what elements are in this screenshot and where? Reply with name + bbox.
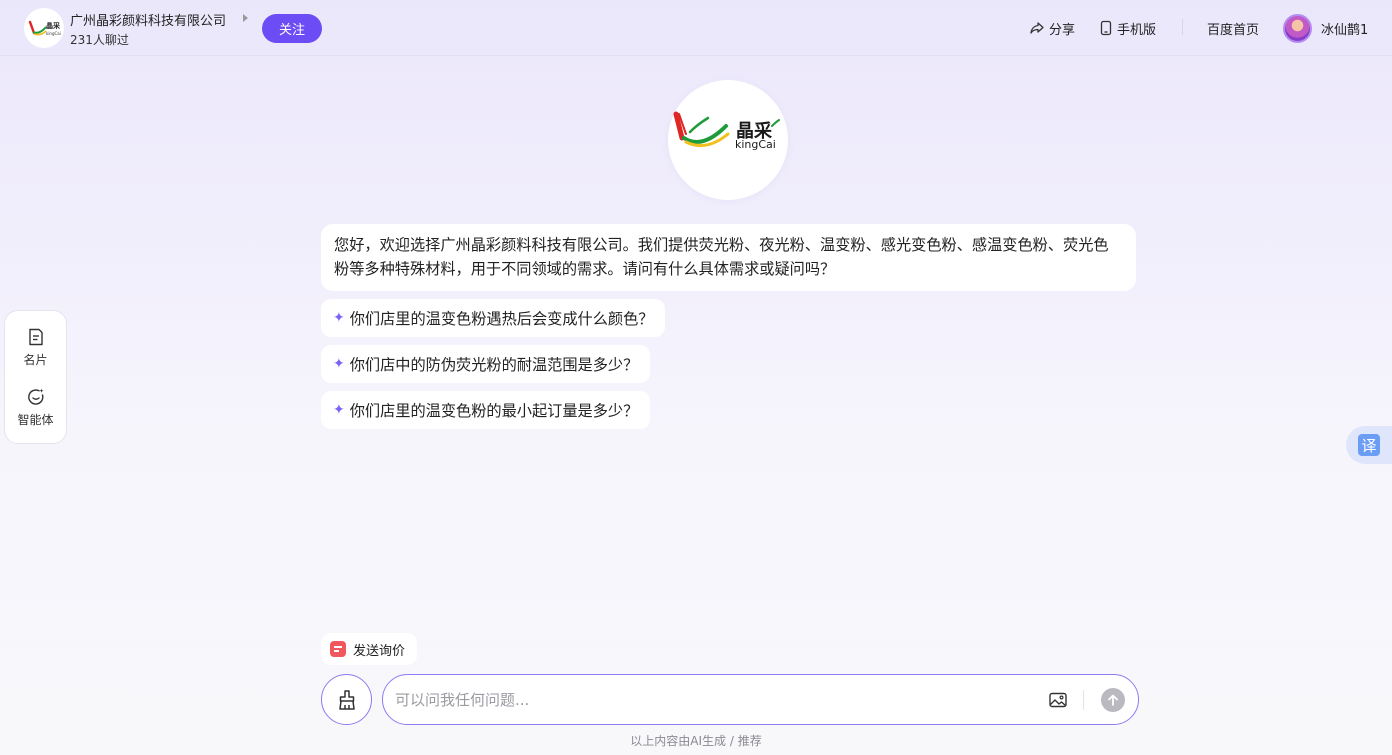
share-label: 分享 — [1049, 22, 1076, 38]
chat-input-box — [382, 674, 1139, 725]
avatar[interactable] — [1283, 14, 1312, 43]
suggested-question-text: 你们店里的温变色粉遇热后会变成什么颜色？ — [349, 310, 654, 328]
chat-input[interactable] — [395, 688, 1015, 712]
shop-name[interactable]: 广州晶彩颜料科技有限公司 — [70, 10, 226, 29]
follow-button[interactable]: 关注 — [262, 14, 322, 43]
send-inquiry-button[interactable]: 发送询价 — [321, 633, 418, 665]
send-arrow-icon — [1108, 694, 1118, 706]
user-name[interactable]: 冰仙鹊1 — [1321, 19, 1368, 38]
suggested-question[interactable]: ✦ 你们店里的温变色粉的最小起订量是多少？ — [321, 391, 651, 429]
side-panel: 名片 智能体 — [4, 310, 67, 444]
brand-logo: 晶采 kingCai — [668, 80, 788, 200]
inquiry-icon — [330, 641, 346, 657]
shop-logo-brand-en: kingCai — [46, 31, 61, 36]
suggested-question[interactable]: ✦ 你们店中的防伪荧光粉的耐温范围是多少？ — [321, 345, 651, 383]
shop-logo-brand: 晶采 — [46, 21, 61, 30]
share-icon — [1030, 22, 1044, 34]
business-card-label: 名片 — [23, 353, 48, 367]
card-icon — [28, 328, 43, 346]
share-button[interactable]: 分享 — [1029, 18, 1075, 38]
sparkle-icon: ✦ — [333, 402, 345, 418]
suggested-question-text: 你们店中的防伪荧光粉的耐温范围是多少？ — [349, 356, 639, 374]
shop-visitor-count: 231人聊过 — [70, 33, 129, 47]
agent-icon — [27, 388, 44, 405]
caret-right-icon[interactable] — [243, 14, 248, 22]
sparkle-icon: ✦ — [333, 356, 345, 372]
agent-button[interactable]: 智能体 — [5, 387, 66, 428]
image-upload-icon[interactable] — [1048, 690, 1068, 710]
translate-icon: 译 — [1358, 434, 1380, 456]
shop-logo[interactable]: 晶采 kingCai — [24, 8, 64, 48]
suggested-question[interactable]: ✦ 你们店里的温变色粉遇热后会变成什么颜色？ — [321, 299, 666, 337]
header-divider — [1182, 19, 1183, 35]
input-divider — [1083, 690, 1084, 710]
agent-label: 智能体 — [17, 413, 54, 427]
brush-icon — [338, 689, 355, 710]
mobile-icon — [1100, 20, 1112, 36]
sparkle-icon: ✦ — [333, 310, 345, 326]
mobile-version-button[interactable]: 手机版 — [1099, 18, 1156, 38]
suggested-question-text: 你们店里的温变色粉的最小起订量是多少？ — [349, 402, 639, 420]
ai-disclaimer: 以上内容由AI生成 / 推荐 — [630, 734, 762, 748]
mobile-label: 手机版 — [1117, 22, 1157, 38]
top-header: 晶采 kingCai 广州晶彩颜料科技有限公司 231人聊过 关注 分享 手机版… — [0, 0, 1392, 56]
new-chat-brush-button[interactable] — [321, 674, 372, 725]
send-button[interactable] — [1101, 688, 1125, 712]
baidu-home-link[interactable]: 百度首页 — [1207, 18, 1259, 38]
business-card-button[interactable]: 名片 — [5, 327, 66, 368]
assistant-greeting-message: 您好，欢迎选择广州晶彩颜料科技有限公司。我们提供荧光粉、夜光粉、温变粉、感光变色… — [321, 224, 1136, 291]
translate-button[interactable]: 译 — [1346, 426, 1392, 464]
brand-name-en: kingCai — [735, 138, 776, 151]
send-inquiry-label: 发送询价 — [353, 643, 406, 659]
